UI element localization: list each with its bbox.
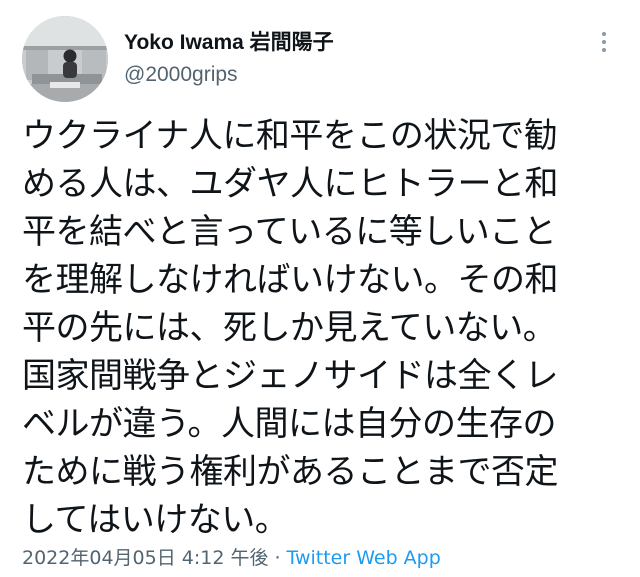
tweet-text-line: める人は、ユダヤ人にヒトラーと和 (22, 164, 559, 204)
tweet-text-line: 平を結べと言っているに等しいこと (22, 212, 557, 252)
tweet-text-line: 国家間戦争とジェノサイドは全くレ (22, 356, 559, 396)
avatar[interactable] (22, 16, 108, 102)
more-dot (602, 40, 606, 44)
more-vertical-icon[interactable] (592, 28, 616, 56)
author-handle[interactable]: @2000grips (124, 63, 238, 87)
tweet-text-line: ベルが違う。人間には自分の生存の (22, 404, 556, 444)
timestamp-link[interactable]: 2022年04月05日 4:12 午後 (22, 543, 268, 570)
source-label[interactable]: Twitter Web App (287, 547, 441, 569)
meta-separator: · (274, 547, 281, 569)
tweet-text: ウクライナ人に和平をこの状況で勧 める人は、ユダヤ人にヒトラーと和 平を結べと言… (22, 112, 622, 544)
more-dot (602, 48, 606, 52)
tweet-text-line: ウクライナ人に和平をこの状況で勧 (22, 116, 558, 156)
more-dot (602, 32, 606, 36)
tweet-text-line: ために戦う権利があることまで否定 (22, 452, 559, 492)
profile-photo (22, 16, 108, 102)
author-display-name[interactable]: Yoko Iwama 岩間陽子 (124, 26, 334, 56)
tweet-card: Yoko Iwama 岩間陽子 @2000grips ウクライナ人に和平をこの状… (0, 0, 640, 577)
tweet-meta: 2022年04月05日 4:12 午後 · Twitter Web App (22, 543, 441, 570)
tweet-text-line: してはいけない。 (22, 500, 289, 540)
tweet-text-line: 平の先には、死しか見えていない。 (22, 308, 557, 348)
tweet-text-line: を理解しなければいけない。その和 (22, 260, 559, 300)
